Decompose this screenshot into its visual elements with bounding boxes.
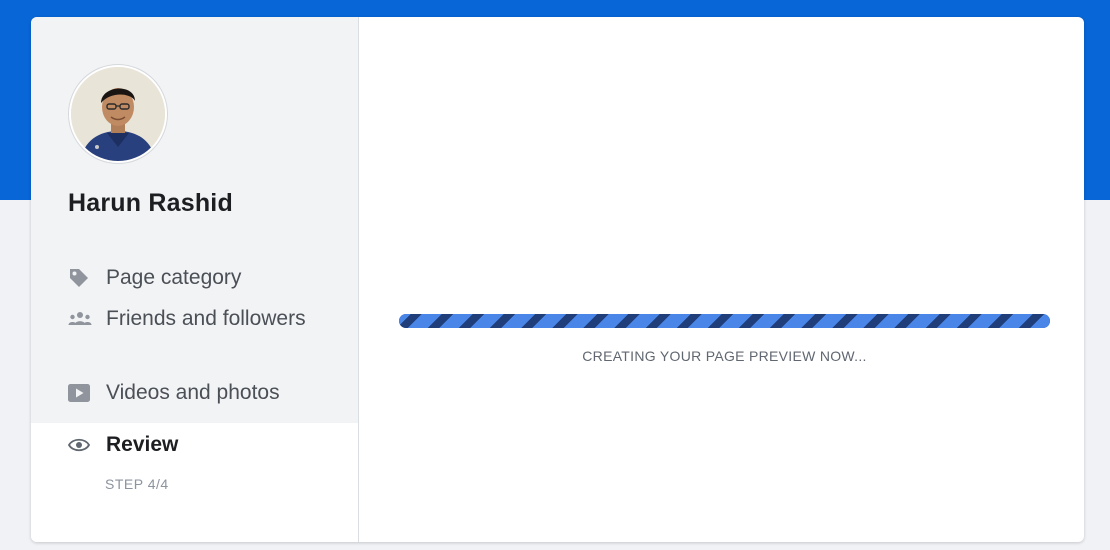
progress-bar xyxy=(399,314,1050,328)
progress-status: CREATING YOUR PAGE PREVIEW NOW... xyxy=(582,348,867,364)
sidebar-divider xyxy=(358,17,359,542)
eye-icon xyxy=(68,433,94,457)
step-label: Friends and followers xyxy=(106,307,306,330)
sidebar-footer xyxy=(31,511,358,542)
profile-name: Harun Rashid xyxy=(68,189,233,217)
step-page-category[interactable]: Page category xyxy=(68,264,241,292)
step-counter: STEP 4/4 xyxy=(105,476,169,492)
progress-fill xyxy=(399,314,1050,328)
step-label: Page category xyxy=(106,266,242,289)
step-label: Review xyxy=(106,433,179,456)
tag-icon xyxy=(68,266,94,290)
step-friends-followers[interactable]: Friends and followers xyxy=(68,305,306,333)
step-review-row: Review STEP 4/4 xyxy=(31,423,358,511)
people-icon xyxy=(68,307,94,331)
step-review[interactable]: Review xyxy=(68,431,178,459)
step-label: Videos and photos xyxy=(106,381,280,404)
video-icon xyxy=(68,381,94,405)
step-videos-photos[interactable]: Videos and photos xyxy=(68,379,280,407)
setup-card: Harun Rashid Page category Friends and f… xyxy=(31,17,1084,542)
profile-photo-icon xyxy=(71,67,165,161)
avatar xyxy=(69,65,167,163)
